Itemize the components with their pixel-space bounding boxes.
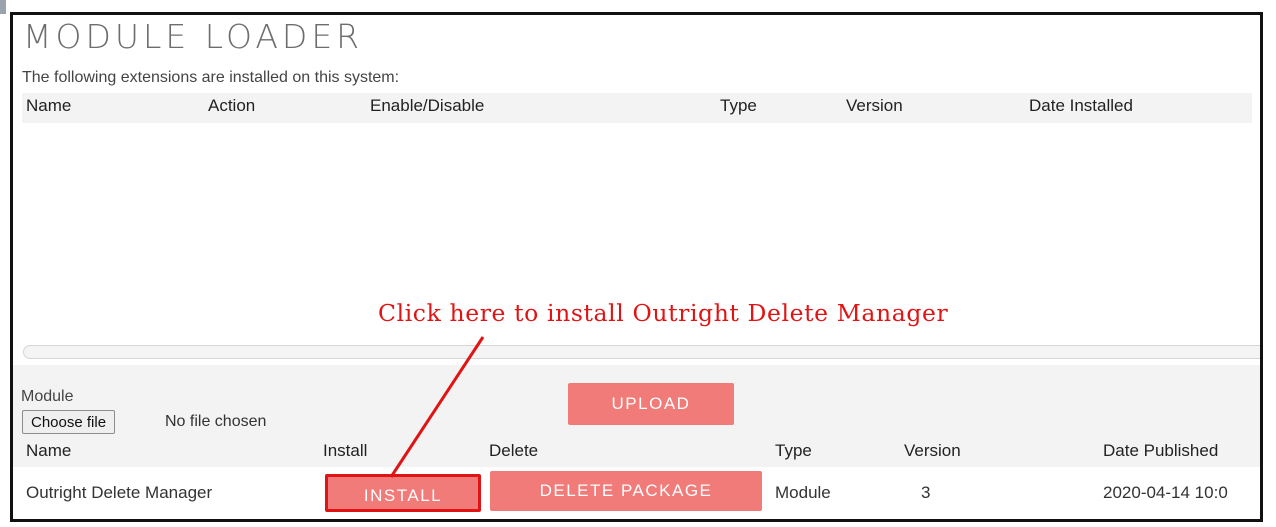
module-loader-panel: MODULE LOADER The following extensions a… [10, 12, 1263, 522]
annotation-arrow [389, 336, 485, 478]
corner-marker [0, 0, 6, 14]
